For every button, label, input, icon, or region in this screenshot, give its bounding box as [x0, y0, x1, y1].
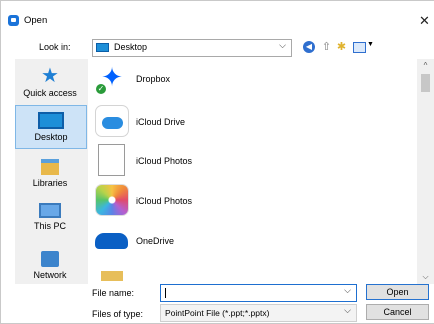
open-button[interactable]: Open	[366, 284, 429, 300]
back-arrow-icon[interactable]: ◀	[303, 41, 315, 53]
file-name-label: File name:	[92, 288, 135, 298]
file-type-dropdown[interactable]: PointPoint File (*.ppt;*.pptx) ⌵	[160, 304, 357, 322]
new-folder-icon[interactable]: ✱	[334, 40, 349, 55]
app-icon	[8, 15, 19, 26]
list-item[interactable]: iCloud Photos	[95, 143, 395, 179]
look-in-label: Look in:	[39, 42, 71, 52]
scroll-down-icon[interactable]: ⌵	[417, 270, 434, 284]
cancel-button[interactable]: Cancel	[366, 304, 429, 320]
file-type-label: Files of type:	[92, 309, 144, 319]
chevron-down-icon[interactable]: ⌵	[344, 285, 351, 296]
dropbox-icon: ✦ ✓	[96, 62, 123, 94]
place-desktop[interactable]: Desktop	[15, 105, 87, 149]
chevron-down-icon: ⌵	[344, 305, 351, 315]
vertical-scrollbar[interactable]: ^ ⌵	[417, 59, 434, 284]
scroll-up-icon[interactable]: ^	[417, 59, 434, 73]
place-libraries[interactable]: Libraries	[15, 159, 85, 188]
file-list: ✦ ✓ Dropbox iCloud Drive iCloud Photos iC…	[91, 59, 417, 284]
views-dropdown-arrow-icon[interactable]: ▼	[367, 41, 374, 48]
places-bar: ★ Quick access Desktop Libraries This PC…	[15, 59, 88, 284]
file-name: OneDrive	[136, 236, 175, 246]
list-item[interactable]: ✦ ✓ Dropbox	[95, 61, 395, 97]
list-item[interactable]: iCloud Photos	[95, 183, 395, 219]
text-caret	[165, 288, 166, 298]
star-icon: ★	[41, 65, 59, 87]
look-in-dropdown[interactable]: Desktop ⌵	[92, 39, 292, 57]
open-dialog: Open ✕ Look in: Desktop ⌵ ◀ ⇧ ✱ ▼ ★ Quic…	[0, 0, 434, 324]
list-item[interactable]: iCloud Drive	[95, 104, 395, 140]
place-this-pc[interactable]: This PC	[15, 203, 85, 231]
title-bar	[1, 11, 434, 32]
file-name-field[interactable]: ⌵	[160, 284, 357, 302]
icloud-drive-icon	[95, 105, 129, 137]
close-icon[interactable]: ✕	[416, 12, 433, 29]
views-menu-icon[interactable]	[353, 42, 366, 53]
chevron-down-icon: ⌵	[279, 40, 286, 50]
file-name: iCloud Photos	[136, 156, 193, 166]
look-in-value: Desktop	[114, 42, 148, 52]
place-label: Desktop	[34, 132, 68, 142]
place-network[interactable]: Network	[15, 251, 85, 280]
scroll-thumb[interactable]	[421, 74, 430, 92]
photos-icon	[95, 184, 129, 216]
place-quick-access[interactable]: ★ Quick access	[15, 65, 85, 98]
list-item[interactable]	[95, 247, 395, 284]
file-name: iCloud Drive	[136, 117, 186, 127]
place-label: Quick access	[23, 88, 77, 98]
file-type-value: PointPoint File (*.ppt;*.pptx)	[165, 308, 270, 318]
file-name: Dropbox	[136, 74, 171, 84]
libraries-icon	[41, 159, 59, 175]
desktop-icon	[96, 43, 109, 52]
place-label: Network	[33, 270, 67, 280]
document-icon	[98, 144, 125, 176]
network-icon	[41, 251, 59, 267]
folder-icon	[101, 271, 123, 281]
place-label: Libraries	[32, 178, 68, 188]
dialog-title: Open	[24, 15, 48, 26]
file-name: iCloud Photos	[136, 196, 193, 206]
computer-icon	[39, 203, 61, 218]
desktop-icon	[38, 112, 64, 129]
up-folder-icon[interactable]: ⇧	[319, 40, 334, 55]
sync-check-icon: ✓	[96, 84, 106, 94]
place-label: This PC	[33, 221, 66, 231]
